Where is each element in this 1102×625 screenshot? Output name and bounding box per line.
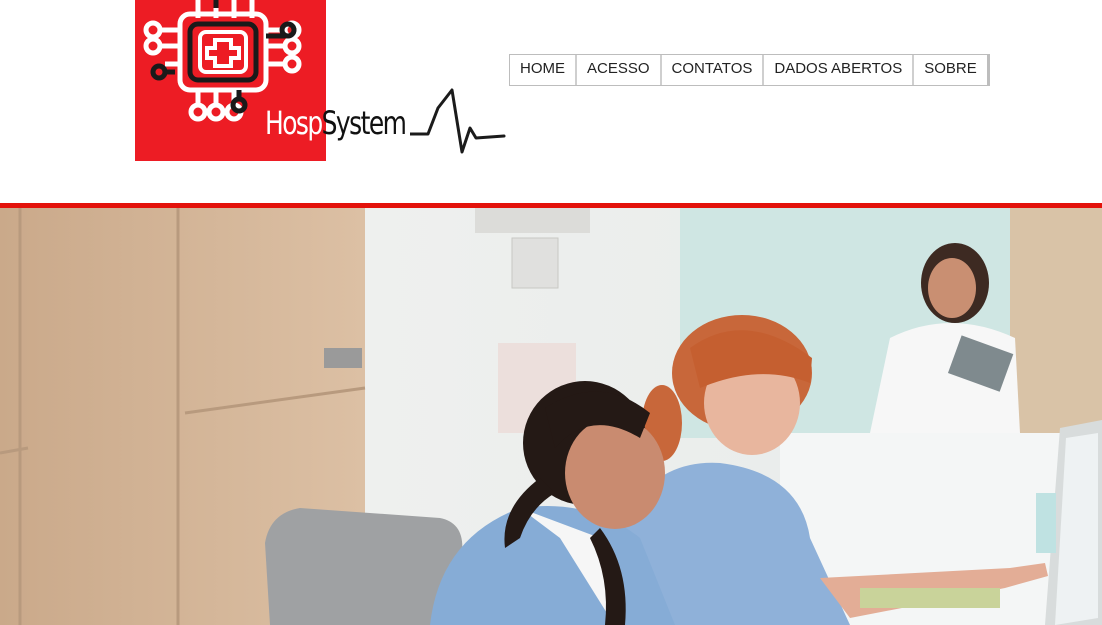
hero-photo-icon: [0, 208, 1102, 625]
brand-name-part1: Hosp: [265, 104, 323, 142]
nav-sobre[interactable]: SOBRE: [912, 55, 987, 85]
nav-dados-abertos[interactable]: DADOS ABERTOS: [762, 55, 912, 85]
heartbeat-pulse-icon: [410, 88, 506, 154]
brand-wordmark: HospSystem: [265, 104, 407, 142]
brand-name-part2: System: [321, 104, 407, 142]
nav-contatos[interactable]: CONTATOS: [659, 55, 763, 85]
hero-image: [0, 208, 1102, 625]
site-header: HospSystem HOME ACESSO CONTATOS DADOS AB…: [0, 0, 1102, 203]
nav-home[interactable]: HOME: [510, 55, 575, 85]
main-nav: HOME ACESSO CONTATOS DADOS ABERTOS SOBRE: [509, 54, 990, 86]
nav-acesso[interactable]: ACESSO: [575, 55, 660, 85]
